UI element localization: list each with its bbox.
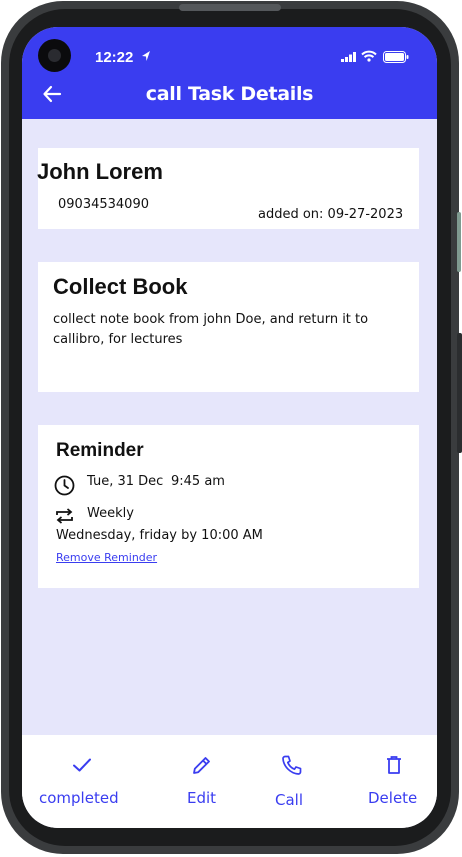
app-header: 12:22 call Task Details	[22, 27, 437, 119]
task-title: Collect Book	[53, 274, 188, 299]
speaker-grille	[179, 4, 281, 11]
pencil-icon	[193, 757, 210, 774]
reminder-title: Reminder	[56, 440, 144, 461]
contact-phone: 09034534090	[58, 197, 149, 212]
clock-icon	[54, 475, 75, 496]
battery-icon	[383, 51, 409, 63]
repeat-icon	[56, 508, 73, 524]
phone-icon	[282, 755, 302, 775]
trash-icon	[387, 756, 401, 774]
side-button-lower	[457, 333, 462, 453]
remove-reminder-link[interactable]: Remove Reminder	[56, 551, 157, 564]
call-button[interactable]: Call	[267, 735, 327, 828]
reminder-date: Tue, 31 Dec	[87, 474, 164, 489]
app-screen: 12:22 call Task Details John Lorem 09034…	[22, 27, 437, 828]
location-arrow-icon	[142, 51, 150, 61]
reminder-schedule: Wednesday, friday by 10:00 AM	[56, 528, 263, 543]
front-camera	[38, 39, 71, 72]
status-time: 12:22	[95, 49, 134, 66]
bottom-action-bar: completed Edit Call Delete	[22, 735, 437, 828]
cellular-signal-icon	[341, 52, 356, 62]
side-button-upper	[457, 212, 461, 272]
check-icon	[73, 758, 91, 772]
added-on-date: added on: 09-27-2023	[258, 207, 404, 222]
delete-label: Delete	[368, 789, 418, 807]
task-description: collect note book from john Doe, and ret…	[53, 312, 369, 347]
contact-name: John Lorem	[37, 159, 163, 184]
edit-button[interactable]: Edit	[172, 735, 232, 828]
completed-label: completed	[39, 789, 119, 807]
completed-button[interactable]: completed	[32, 735, 137, 828]
delete-button[interactable]: Delete	[362, 735, 432, 828]
wifi-icon	[361, 50, 377, 62]
reminder-frequency: Weekly	[87, 506, 134, 521]
reminder-time: 9:45 am	[171, 474, 225, 489]
call-label: Call	[275, 791, 304, 809]
page-title: call Task Details	[145, 83, 314, 105]
edit-label: Edit	[187, 789, 217, 807]
